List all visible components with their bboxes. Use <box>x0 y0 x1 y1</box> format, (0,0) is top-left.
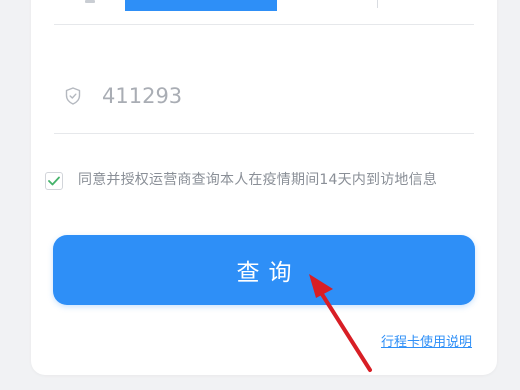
phone-input[interactable] <box>125 0 277 11</box>
check-icon <box>48 176 60 186</box>
help-link[interactable]: 行程卡使用说明 <box>381 331 472 350</box>
form-card: 同意并授权运营商查询本人在疫情期间14天内到访地信息 查询 行程卡使用说明 <box>31 0 497 375</box>
shield-icon <box>63 85 83 107</box>
captcha-row <box>63 78 302 114</box>
phone-icon <box>85 0 95 3</box>
code-divider <box>377 0 378 8</box>
agreement-checkbox[interactable] <box>45 172 63 190</box>
query-button[interactable]: 查询 <box>53 235 475 305</box>
divider <box>54 24 474 25</box>
captcha-input[interactable] <box>102 84 302 108</box>
phone-row <box>49 0 475 26</box>
agreement-text: 同意并授权运营商查询本人在疫情期间14天内到访地信息 <box>78 172 438 188</box>
divider <box>54 133 474 134</box>
